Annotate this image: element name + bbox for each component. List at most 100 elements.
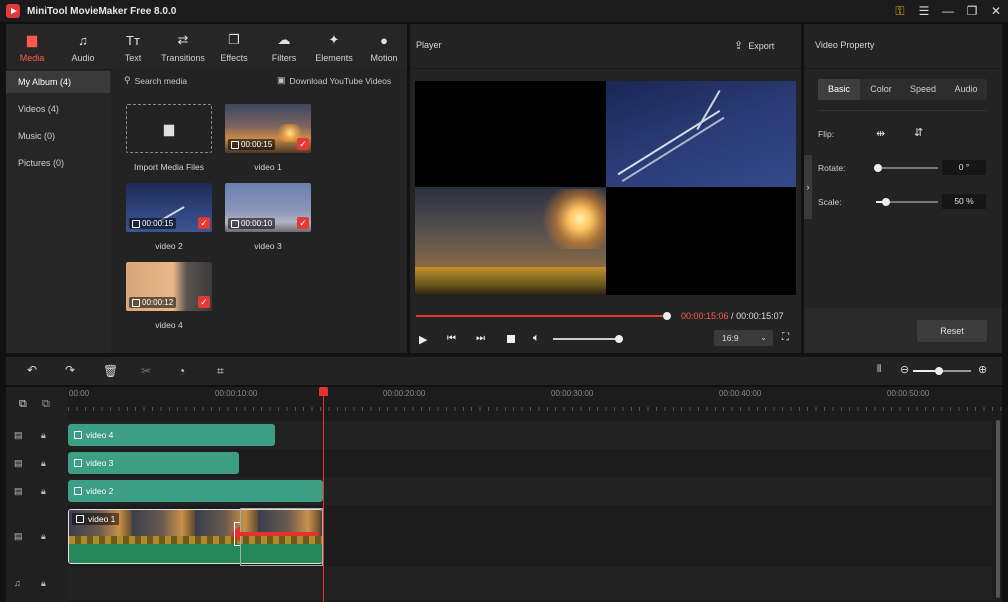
rotate-slider-knob[interactable] (874, 164, 882, 172)
lock-icon[interactable]: 🔒︎ (41, 430, 46, 441)
minimize-button[interactable]: — (936, 0, 960, 22)
video-preview (415, 81, 796, 295)
undo-icon[interactable]: ↶ (27, 363, 37, 377)
tab-effects[interactable]: ❐ Effects (209, 24, 259, 69)
stop-button[interactable] (507, 335, 515, 343)
sidebar-item-music[interactable]: Music (0) (6, 125, 110, 147)
tab-color[interactable]: Color (860, 79, 902, 100)
close-button[interactable]: ✕ (984, 0, 1008, 22)
check-icon[interactable]: ✓ (198, 217, 210, 229)
timeline-clip-video-2[interactable]: video 2 (68, 480, 323, 502)
tab-text[interactable]: Tт Text (108, 24, 158, 69)
split-icon[interactable]: ✂ (141, 364, 151, 378)
media-search[interactable]: ⚲ Search media (124, 75, 187, 86)
tab-basic[interactable]: Basic (818, 79, 860, 100)
sidebar-item-my-album[interactable]: My Album (4) (6, 71, 110, 93)
next-frame-button[interactable]: ⏭ (476, 333, 485, 344)
play-button[interactable]: ▶ (419, 333, 427, 346)
tab-media-label: Media (19, 53, 45, 63)
volume-icon[interactable]: 🔈︎ (533, 332, 540, 345)
download-youtube-button[interactable]: ▣ Download YouTube Videos (277, 75, 391, 86)
player-title: Player (416, 40, 442, 50)
tab-motion[interactable]: ● Motion (359, 24, 409, 69)
media-thumb-video-1[interactable]: 00:00:15 ✓ (225, 104, 311, 153)
timeline-ruler[interactable] (68, 387, 1002, 411)
speed-icon[interactable]: ◔ (178, 364, 185, 378)
timeline-clip-video-3[interactable]: video 3 (68, 452, 239, 474)
collapse-handle[interactable]: › (804, 155, 812, 219)
prev-frame-button[interactable]: ⏮ (447, 333, 456, 344)
timeline-clip-video-4[interactable]: video 4 (68, 424, 275, 446)
playhead-line[interactable] (323, 395, 324, 602)
progress-track[interactable] (416, 315, 668, 317)
check-icon[interactable]: ✓ (297, 217, 309, 229)
aspect-ratio-select[interactable]: 16:9 ⌄ (714, 330, 773, 346)
media-thumb-video-3[interactable]: 00:00:10 ✓ (225, 183, 311, 232)
volume-knob[interactable] (615, 335, 623, 343)
reset-button[interactable]: Reset (917, 320, 987, 342)
thumb-duration: 00:00:12 (129, 297, 177, 308)
key-icon[interactable]: ⚿ (888, 0, 912, 22)
clip-label-box: video 1 (72, 513, 120, 525)
maximize-button[interactable]: ❐ (960, 0, 984, 22)
fullscreen-icon[interactable]: ⛶ (782, 332, 789, 343)
ruler-label: 00:00 (69, 389, 90, 398)
time-display: 00:00:15:06 / 00:00:15:07 (681, 311, 784, 321)
tab-filters[interactable]: ☁ Filters (259, 24, 309, 69)
clip-trim-handle[interactable] (234, 522, 240, 546)
ruler-label: 00:00:40:00 (719, 389, 762, 398)
filters-icon: ☁ (277, 32, 291, 47)
rotate-value-input[interactable]: 0 ° (942, 160, 986, 175)
lock-icon[interactable]: 🔒︎ (41, 458, 46, 469)
preview-quad-video-2 (606, 81, 796, 187)
menu-icon[interactable]: ☰ (912, 0, 936, 22)
export-button[interactable]: ⇪ Export (734, 39, 774, 52)
tab-transitions-label: Transitions (161, 53, 205, 63)
flip-vertical-icon[interactable]: ⇵ (914, 126, 923, 139)
copy-track-icon[interactable]: ⧉ (42, 398, 50, 411)
crop-icon[interactable]: ⌗ (217, 364, 224, 379)
lock-icon[interactable]: 🔒︎ (41, 531, 46, 542)
lock-icon[interactable]: 🔒︎ (41, 486, 46, 497)
media-label-video-4: video 4 (155, 320, 183, 330)
transition-drop-zone[interactable] (240, 508, 323, 566)
redo-icon[interactable]: ↷ (65, 363, 75, 377)
film-icon (231, 219, 239, 228)
rotate-slider-track[interactable] (876, 167, 938, 169)
media-thumb-video-4[interactable]: 00:00:12 ✓ (126, 262, 212, 311)
lock-icon[interactable]: 🔒︎ (41, 578, 46, 589)
text-icon: Tт (126, 33, 140, 48)
media-thumb-video-2[interactable]: 00:00:15 ✓ (126, 183, 212, 232)
tab-audio-property[interactable]: Audio (945, 79, 987, 100)
tab-media[interactable]: ▆ Media (7, 24, 57, 69)
ruler-label: 00:00:30:00 (551, 389, 594, 398)
clip-label: video 4 (86, 430, 114, 440)
check-icon[interactable]: ✓ (297, 138, 309, 150)
zoom-knob[interactable] (935, 367, 943, 375)
import-media-tile[interactable]: ▆ (126, 104, 212, 153)
zoom-out-icon[interactable]: ⊖ (900, 363, 909, 376)
delete-icon[interactable]: 🗑︎ (103, 364, 118, 378)
search-input[interactable]: Search media (135, 76, 187, 86)
sidebar-item-videos[interactable]: Videos (4) (6, 98, 110, 120)
tab-elements[interactable]: ✦ Elements (309, 24, 359, 69)
thumb-duration: 00:00:15 (228, 139, 276, 150)
flip-horizontal-icon[interactable]: ⇹ (876, 127, 885, 140)
download-youtube-label: Download YouTube Videos (289, 75, 392, 86)
check-icon[interactable]: ✓ (198, 296, 210, 308)
scale-slider-knob[interactable] (882, 198, 890, 206)
grass-shape (415, 267, 606, 295)
add-track-icon[interactable]: ⧉ (19, 398, 27, 411)
scale-value-input[interactable]: 50 % (942, 194, 986, 209)
zoom-in-icon[interactable]: ⊕ (978, 363, 987, 376)
tab-transitions[interactable]: ⇄ Transitions (158, 24, 208, 69)
tab-speed[interactable]: Speed (902, 79, 944, 100)
tab-audio[interactable]: ♫ Audio (58, 24, 108, 69)
progress-knob[interactable] (663, 312, 671, 320)
app-logo-icon (6, 4, 20, 18)
fit-timeline-icon[interactable]: ⫴ (877, 364, 881, 375)
timeline-scrollbar[interactable] (996, 420, 1000, 598)
volume-track[interactable] (553, 338, 619, 340)
sidebar-item-pictures[interactable]: Pictures (0) (6, 152, 110, 174)
timeline-toolbar (6, 357, 1002, 385)
